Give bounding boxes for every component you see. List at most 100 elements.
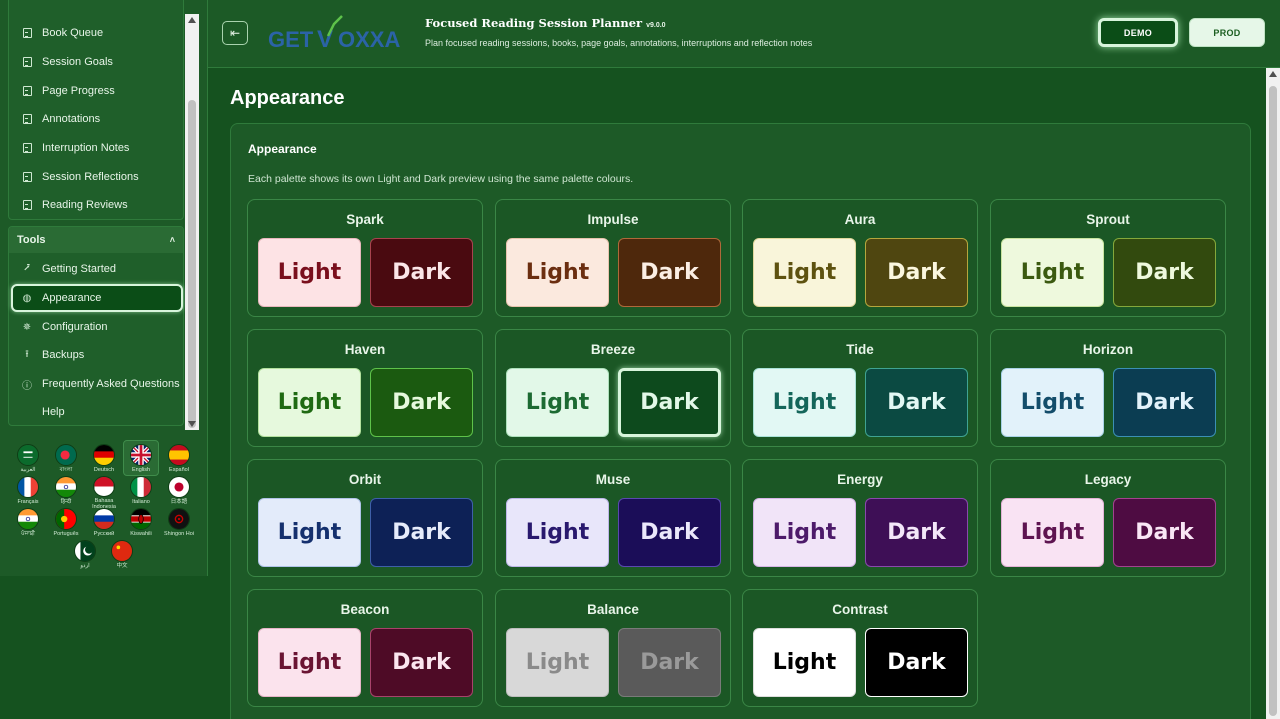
balance-dark-theme-button[interactable]: Dark [618,628,721,697]
sidebar-item-annotations[interactable]: Annotations [13,107,181,131]
sidebar-item-label: Configuration [42,321,108,333]
sidebar-scrollbar-thumb[interactable] [188,100,196,428]
muse-light-theme-button[interactable]: Light [506,498,609,567]
chevron-up-icon[interactable]: ˄ [170,235,175,245]
sidebar-item-reading-reviews[interactable]: Reading Reviews [13,193,181,217]
palette-name: Legacy [1084,472,1132,487]
language-selector: العربية বাংলা Deutsch English Español Fr… [8,436,200,572]
scroll-up-arrow-icon[interactable] [1269,71,1277,77]
orbit-dark-theme-button[interactable]: Dark [370,498,473,567]
card-description: Each palette shows its own Light and Dar… [248,173,634,185]
language-shingon-hoi[interactable]: Shingon Hoi [161,508,197,542]
language-japanese[interactable]: 日本語 [161,476,197,510]
language-french[interactable]: Français [10,476,46,510]
sidebar-item-faq[interactable]: ⓘ Frequently Asked Questions [13,372,181,396]
getvoxxa-logo: GET V OXXA [268,15,400,53]
france-flag-icon [17,476,39,498]
page-scrollbar-thumb[interactable] [1269,86,1277,716]
sidebar-toggle-button[interactable]: ⇤ [222,21,248,45]
palette-name: Balance [587,602,639,617]
sidebar-item-label: Annotations [42,113,101,125]
contrast-light-theme-button[interactable]: Light [753,628,856,697]
uk-flag-icon [130,444,152,466]
language-bangla[interactable]: বাংলা [48,444,84,478]
sidebar-item-session-reflections[interactable]: Session Reflections [13,165,181,189]
spain-flag-icon [168,444,190,466]
contrast-dark-theme-button[interactable]: Dark [865,628,968,697]
sidebar-item-page-progress[interactable]: Page Progress [13,79,181,103]
portugal-flag-icon [55,508,77,530]
language-spanish[interactable]: Español [161,444,197,478]
sidebar-item-session-goals[interactable]: Session Goals [13,50,181,74]
scroll-down-arrow-icon[interactable] [188,421,196,427]
tools-section-header[interactable]: Tools ˄ [9,227,183,253]
sidebar-item-configuration[interactable]: ✵ Configuration [13,315,181,339]
palette-name: Horizon [1082,342,1134,357]
palette-card-sprout: Sprout Light Dark [990,199,1226,317]
india-flag-icon [17,508,39,530]
sidebar-item-appearance[interactable]: ◍ Appearance [11,284,183,312]
sidebar-item-book-queue[interactable]: Book Queue [13,21,181,45]
haven-light-theme-button[interactable]: Light [258,368,361,437]
haven-dark-theme-button[interactable]: Dark [370,368,473,437]
horizon-dark-theme-button[interactable]: Dark [1113,368,1216,437]
language-urdu[interactable]: اردو [67,540,103,574]
breeze-light-theme-button[interactable]: Light [506,368,609,437]
legacy-dark-theme-button[interactable]: Dark [1113,498,1216,567]
breeze-dark-theme-button[interactable]: Dark [618,368,721,437]
aura-light-theme-button[interactable]: Light [753,238,856,307]
language-name: English [131,467,151,473]
energy-dark-theme-button[interactable]: Dark [865,498,968,567]
legacy-light-theme-button[interactable]: Light [1001,498,1104,567]
balance-light-theme-button[interactable]: Light [506,628,609,697]
demo-button[interactable]: DEMO [1098,18,1178,47]
beacon-dark-theme-button[interactable]: Dark [370,628,473,697]
app-title-text: Focused Reading Session Planner [425,16,643,30]
language-arabic[interactable]: العربية [10,444,46,478]
orbit-light-theme-button[interactable]: Light [258,498,361,567]
spark-dark-theme-button[interactable]: Dark [370,238,473,307]
sidebar-item-interruption-notes[interactable]: Interruption Notes [13,136,181,160]
main-content: Appearance Appearance Each palette shows… [208,68,1266,719]
page-scrollbar[interactable] [1266,68,1280,719]
horizon-light-theme-button[interactable]: Light [1001,368,1104,437]
language-swahili[interactable]: Kiswahili [123,508,159,542]
sprout-dark-theme-button[interactable]: Dark [1113,238,1216,307]
beacon-light-theme-button[interactable]: Light [258,628,361,697]
language-russian[interactable]: Русский [86,508,122,542]
impulse-dark-theme-button[interactable]: Dark [618,238,721,307]
sidebar-item-backups[interactable]: ⭱ Backups [13,343,181,367]
prod-button[interactable]: PROD [1189,18,1265,47]
language-hindi[interactable]: हिन्दी [48,476,84,510]
scroll-up-arrow-icon[interactable] [188,17,196,23]
impulse-light-theme-button[interactable]: Light [506,238,609,307]
language-indonesian[interactable]: Bahasa Indonesia [86,476,122,510]
india-flag-icon [55,476,77,498]
spark-light-theme-button[interactable]: Light [258,238,361,307]
muse-dark-theme-button[interactable]: Dark [618,498,721,567]
language-portuguese[interactable]: Português [48,508,84,542]
sprout-light-theme-button[interactable]: Light [1001,238,1104,307]
energy-light-theme-button[interactable]: Light [753,498,856,567]
sidebar-item-label: Reading Reviews [42,199,128,211]
app-header: ⇤ GET V OXXA Focused Reading Session Pla… [208,0,1280,68]
language-chinese[interactable]: 中文 [104,540,140,574]
language-italian[interactable]: Italiano [123,476,159,510]
language-german[interactable]: Deutsch [86,444,122,478]
tide-dark-theme-button[interactable]: Dark [865,368,968,437]
aura-dark-theme-button[interactable]: Dark [865,238,968,307]
logo-text-right: OXXA [338,27,400,52]
language-name: Português [53,531,79,537]
palette-name: Muse [595,472,631,487]
palette-name: Tide [846,342,874,357]
sidebar-item-getting-started[interactable]: ⭷ Getting Started [13,257,181,281]
sidebar-item-label: Appearance [42,292,102,304]
language-punjabi[interactable]: ਪੰਜਾਬੀ [10,508,46,542]
italy-flag-icon [130,476,152,498]
sidebar-scrollbar[interactable] [185,14,199,430]
language-english[interactable]: English [123,440,159,476]
tide-light-theme-button[interactable]: Light [753,368,856,437]
palette-card-balance: Balance Light Dark [495,589,731,707]
palette-card-breeze: Breeze Light Dark [495,329,731,447]
sidebar-item-help[interactable]: Help [13,400,181,424]
